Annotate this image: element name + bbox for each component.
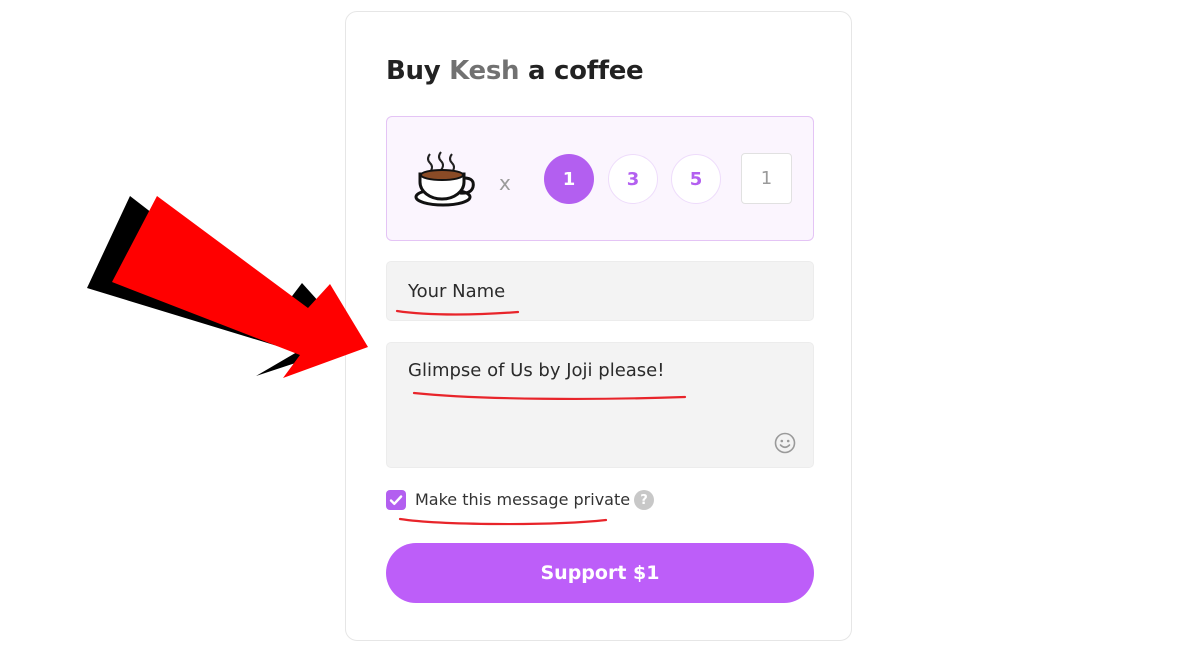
- custom-quantity-input[interactable]: 1: [741, 153, 792, 204]
- creator-name: Kesh: [449, 56, 520, 86]
- quantity-option-3[interactable]: 3: [608, 154, 658, 204]
- coffee-cup-icon: [414, 151, 475, 207]
- quantity-option-1[interactable]: 1: [544, 154, 594, 204]
- private-label: Make this message private: [415, 490, 631, 509]
- annotation-arrow: [112, 196, 368, 378]
- help-icon[interactable]: ?: [634, 490, 654, 510]
- name-input[interactable]: Your Name: [386, 261, 814, 321]
- message-text: Glimpse of Us by Joji please!: [408, 360, 665, 381]
- quantity-panel: x 1 3 5 1: [386, 116, 814, 241]
- multiplier-sign: x: [499, 171, 511, 195]
- card-title: Buy Kesh a coffee: [386, 56, 644, 86]
- emoji-icon[interactable]: [774, 432, 796, 454]
- private-checkbox[interactable]: [386, 490, 406, 510]
- checkmark-icon: [389, 495, 403, 505]
- title-suffix: a coffee: [519, 56, 644, 86]
- support-card: Buy Kesh a coffee x 1 3 5 1 Your Name Gl…: [345, 11, 852, 641]
- name-input-value: Your Name: [408, 281, 506, 302]
- support-button[interactable]: Support $1: [386, 543, 814, 603]
- title-prefix: Buy: [386, 56, 450, 86]
- message-textarea[interactable]: Glimpse of Us by Joji please!: [386, 342, 814, 468]
- quantity-option-5[interactable]: 5: [671, 154, 721, 204]
- annotation-arrow-shadow: [87, 196, 356, 376]
